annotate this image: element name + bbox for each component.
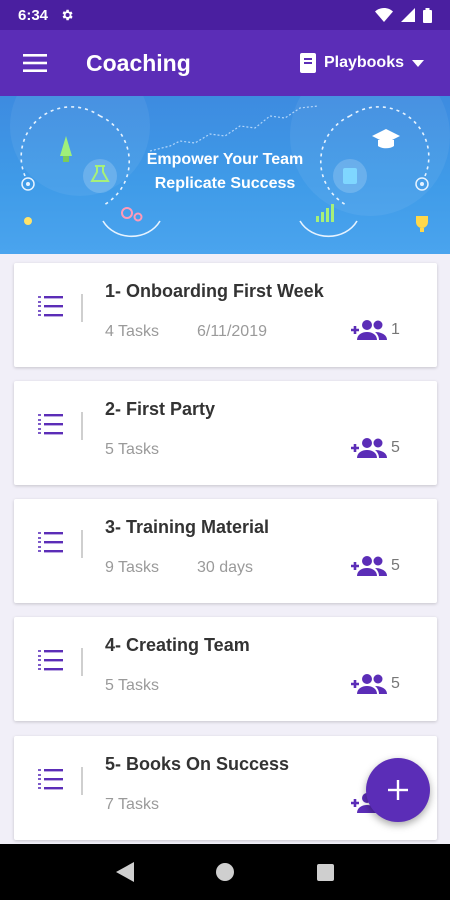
- member-count: 5: [391, 557, 400, 574]
- member-count: 5: [391, 675, 400, 692]
- back-icon[interactable]: [115, 862, 134, 882]
- card-divider: [81, 767, 83, 795]
- playbooks-dropdown[interactable]: Playbooks: [299, 53, 424, 73]
- card-divider: [81, 294, 83, 322]
- list-icon: [38, 650, 63, 671]
- system-nav-bar: [0, 844, 450, 900]
- task-count: 7 Tasks: [105, 796, 159, 813]
- list-item[interactable]: 4- Creating Team 5 Tasks 5: [14, 617, 437, 721]
- group-add-icon: [351, 556, 387, 576]
- card-divider: [81, 530, 83, 558]
- playbook-title: 1- Onboarding First Week: [105, 281, 324, 301]
- task-count: 5 Tasks: [105, 441, 159, 458]
- members-button[interactable]: 1: [351, 319, 400, 341]
- members-button[interactable]: 5: [351, 437, 400, 459]
- playbook-list: 1- Onboarding First Week 4 Tasks 6/11/20…: [0, 254, 450, 844]
- playbook-title: 2- First Party: [105, 399, 216, 419]
- list-item[interactable]: 2- First Party 5 Tasks 5: [14, 381, 437, 485]
- member-count: 5: [391, 439, 400, 456]
- playbook-title: 4- Creating Team: [105, 635, 250, 655]
- members-button[interactable]: 5: [351, 555, 400, 577]
- list-icon: [38, 532, 63, 553]
- list-icon: [38, 414, 63, 435]
- playbook-duration: 30 days: [197, 559, 254, 576]
- app-bar: Coaching Playbooks: [0, 30, 450, 96]
- recents-icon[interactable]: [317, 863, 335, 881]
- playbook-title: 5- Books On Success: [105, 754, 290, 774]
- group-add-icon: [351, 320, 387, 340]
- list-icon: [38, 769, 63, 790]
- home-icon[interactable]: [215, 862, 235, 882]
- playbooks-label: Playbooks: [323, 54, 404, 71]
- card-divider: [81, 648, 83, 676]
- hero-banner: Empower Your Team Replicate Success: [0, 96, 450, 254]
- list-item[interactable]: 1- Onboarding First Week 4 Tasks 6/11/20…: [14, 263, 437, 367]
- status-bar: 6:34: [0, 0, 450, 30]
- playbook-date: 6/11/2019: [197, 323, 267, 340]
- task-count: 4 Tasks: [105, 323, 159, 340]
- list-icon: [38, 296, 63, 317]
- member-count: 1: [391, 321, 400, 338]
- wifi-icon: [375, 8, 393, 22]
- card-divider: [81, 412, 83, 440]
- banner-line-2: Replicate Success: [154, 175, 296, 192]
- list-item[interactable]: 3- Training Material 9 Tasks 30 days 5: [14, 499, 437, 603]
- task-count: 9 Tasks: [105, 559, 159, 576]
- menu-button[interactable]: [0, 30, 70, 96]
- group-add-icon: [351, 438, 387, 458]
- chevron-down-icon: [412, 59, 424, 67]
- members-button[interactable]: 5: [351, 673, 400, 695]
- gear-icon: [62, 9, 73, 21]
- page-title: Coaching: [86, 49, 191, 76]
- plus-icon: [388, 780, 408, 800]
- group-add-icon: [351, 674, 387, 694]
- banner-line-1: Empower Your Team: [146, 151, 304, 168]
- add-playbook-button[interactable]: [366, 758, 430, 822]
- battery-icon: [423, 7, 432, 23]
- status-time: 6:34: [18, 6, 49, 24]
- menu-icon: [23, 54, 47, 72]
- task-count: 5 Tasks: [105, 677, 159, 694]
- book-icon: [299, 53, 316, 73]
- signal-icon: [401, 8, 415, 22]
- playbook-title: 3- Training Material: [105, 517, 270, 537]
